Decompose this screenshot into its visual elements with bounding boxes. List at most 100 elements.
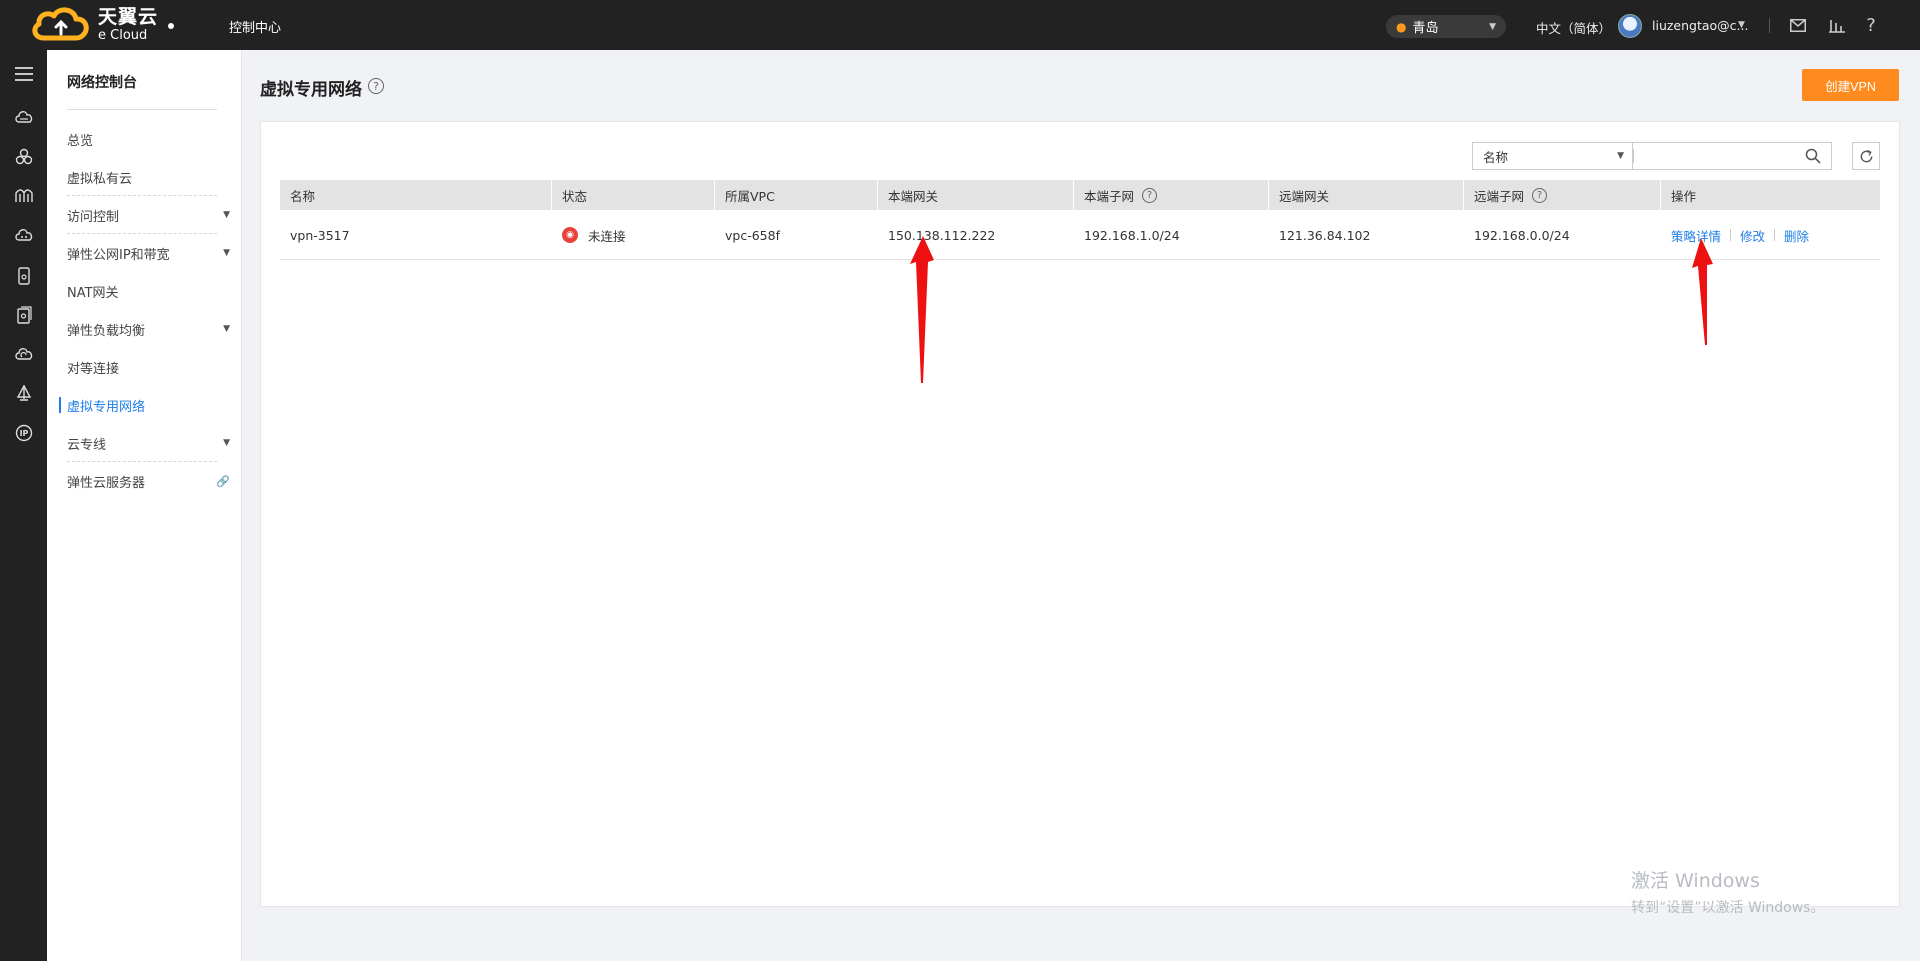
sidebar-item-access-control[interactable]: 访问控制 ▼ — [67, 196, 230, 234]
column-header-vpc: 所属VPC — [715, 180, 878, 210]
status-label: 未连接 — [588, 228, 626, 244]
column-header-actions: 操作 — [1661, 180, 1880, 210]
search-icon[interactable] — [1803, 146, 1823, 166]
sidebar-item-label: NAT网关 — [67, 285, 119, 301]
active-indicator — [59, 397, 61, 413]
filter-field-select[interactable]: 名称 ▼ — [1472, 142, 1632, 170]
cell-remote-gateway: 121.36.84.102 — [1279, 227, 1371, 243]
column-header-label: 远端子网 — [1474, 188, 1525, 204]
caret-down-icon: ▼ — [223, 324, 230, 334]
sidebar-item-peering[interactable]: 对等连接 — [67, 348, 230, 386]
cell-status: ◉ 未连接 — [552, 210, 626, 260]
language-selector[interactable]: 中文（简体） — [1536, 18, 1611, 37]
mail-icon[interactable] — [1787, 14, 1809, 36]
column-header-label: 本端子网 — [1084, 188, 1135, 204]
storage-icon[interactable] — [0, 257, 47, 295]
watermark-line-1: 激活 Windows — [1631, 870, 1760, 892]
chevron-down-icon: ▼ — [1489, 21, 1496, 32]
table-row: vpn-3517 ◉ 未连接 vpc-658f 150.138.112.222 … — [280, 210, 1880, 260]
column-header-label: 本端网关 — [888, 188, 939, 204]
chevron-down-icon[interactable]: ▼ — [1738, 20, 1745, 30]
column-header-local-subnet: 本端子网? — [1074, 180, 1269, 210]
divider — [1774, 229, 1776, 241]
sail-icon[interactable] — [0, 374, 47, 412]
caret-down-icon: ▼ — [223, 248, 230, 258]
column-header-label: 所属VPC — [725, 188, 775, 204]
chevron-down-icon: ▼ — [1617, 151, 1624, 161]
icon-rail: IP — [0, 50, 47, 961]
bridge-icon[interactable] — [0, 177, 47, 215]
cloud-db-icon[interactable] — [0, 216, 47, 254]
sidebar-item-eip-bandwidth[interactable]: 弹性公网IP和带宽 ▼ — [67, 234, 230, 272]
sidebar-item-label: 弹性云服务器 — [67, 475, 146, 491]
sidebar-item-label: 弹性公网IP和带宽 — [67, 247, 170, 263]
sidebar-item-overview[interactable]: 总览 — [67, 120, 230, 158]
column-header-status: 状态 — [552, 180, 715, 210]
column-header-label: 状态 — [562, 188, 588, 204]
sidebar-item-elb[interactable]: 弹性负载均衡 ▼ — [67, 310, 230, 348]
refresh-button[interactable] — [1852, 142, 1880, 170]
sidebar-item-label: 总览 — [67, 133, 94, 149]
cell-local-gateway: 150.138.112.222 — [888, 227, 996, 243]
column-header-label: 远端网关 — [1279, 188, 1330, 204]
sidebar-item-ecs[interactable]: 弹性云服务器 🔗 — [67, 462, 230, 500]
sidebar-item-label: 云专线 — [67, 437, 107, 453]
help-icon[interactable]: ? — [1142, 187, 1158, 203]
security-icon[interactable] — [0, 296, 47, 334]
cell-local-subnet: 192.168.1.0/24 — [1084, 227, 1180, 243]
help-icon[interactable]: ? — [1532, 187, 1548, 203]
column-header-label: 名称 — [290, 188, 316, 204]
modify-link[interactable]: 修改 — [1740, 226, 1765, 245]
external-link-icon: 🔗 — [216, 474, 230, 488]
logo-dot — [168, 23, 174, 29]
logo-en: e Cloud — [98, 28, 148, 43]
region-selector[interactable]: ● 青岛 ▼ — [1386, 15, 1506, 38]
divider — [1633, 149, 1634, 163]
ip-icon[interactable]: IP — [0, 414, 47, 452]
svg-text:IP: IP — [19, 429, 28, 438]
cloud-backup-icon[interactable] — [0, 335, 47, 373]
stats-icon[interactable] — [1826, 14, 1848, 36]
refresh-icon — [1860, 149, 1872, 162]
divider — [67, 109, 217, 110]
cell-remote-subnet: 192.168.0.0/24 — [1474, 227, 1570, 243]
column-header-remote-gateway: 远端网关 — [1269, 180, 1464, 210]
location-pin-icon: ● — [1396, 19, 1407, 34]
cell-vpc: vpc-658f — [725, 227, 780, 243]
region-label: 青岛 — [1412, 21, 1439, 36]
top-bar: 天翼云 e Cloud 控制中心 ● 青岛 ▼ 中文（简体） liuzengta… — [0, 0, 1920, 50]
user-menu[interactable]: liuzengtao@c... — [1652, 18, 1748, 33]
sidebar-item-vpn[interactable]: 虚拟专用网络 — [67, 386, 230, 424]
sidebar-item-label: 访问控制 — [67, 209, 120, 225]
logo-text: 天翼云 e Cloud — [98, 8, 158, 43]
delete-link[interactable]: 删除 — [1784, 226, 1809, 245]
sidebar-item-nat-gateway[interactable]: NAT网关 — [67, 272, 230, 310]
page-title: 虚拟专用网络 — [260, 80, 362, 100]
column-header-remote-subnet: 远端子网? — [1464, 180, 1661, 210]
console-link[interactable]: 控制中心 — [229, 17, 281, 36]
help-icon[interactable]: ? — [368, 78, 384, 94]
create-vpn-button[interactable]: 创建VPN — [1802, 69, 1899, 101]
avatar[interactable] — [1618, 14, 1642, 38]
table-header: 名称 状态 所属VPC 本端网关 本端子网? 远端网关 远端子网? 操作 — [280, 180, 1880, 210]
cloud-host-icon[interactable] — [0, 98, 47, 136]
divider — [1730, 229, 1732, 241]
sidebar-item-vpc[interactable]: 虚拟私有云 — [67, 158, 230, 196]
sidebar-item-direct-connect[interactable]: 云专线 ▼ — [67, 424, 230, 462]
sidebar-item-label: 虚拟私有云 — [67, 171, 133, 187]
help-icon[interactable]: ? — [1860, 14, 1882, 36]
network-icon[interactable] — [0, 138, 47, 176]
column-header-name: 名称 — [280, 180, 552, 210]
cloud-logo-icon — [32, 7, 89, 41]
divider — [1769, 18, 1770, 33]
cell-name: vpn-3517 — [290, 227, 350, 243]
search-input[interactable] — [1632, 142, 1832, 170]
logo[interactable]: 天翼云 e Cloud — [30, 6, 158, 44]
caret-down-icon: ▼ — [223, 438, 230, 448]
caret-down-icon: ▼ — [223, 210, 230, 220]
menu-icon[interactable] — [0, 55, 47, 93]
policy-details-link[interactable]: 策略详情 — [1671, 226, 1721, 245]
disconnected-icon: ◉ — [562, 227, 578, 243]
column-header-label: 操作 — [1671, 188, 1697, 204]
sidebar-item-label: 弹性负载均衡 — [67, 323, 146, 339]
